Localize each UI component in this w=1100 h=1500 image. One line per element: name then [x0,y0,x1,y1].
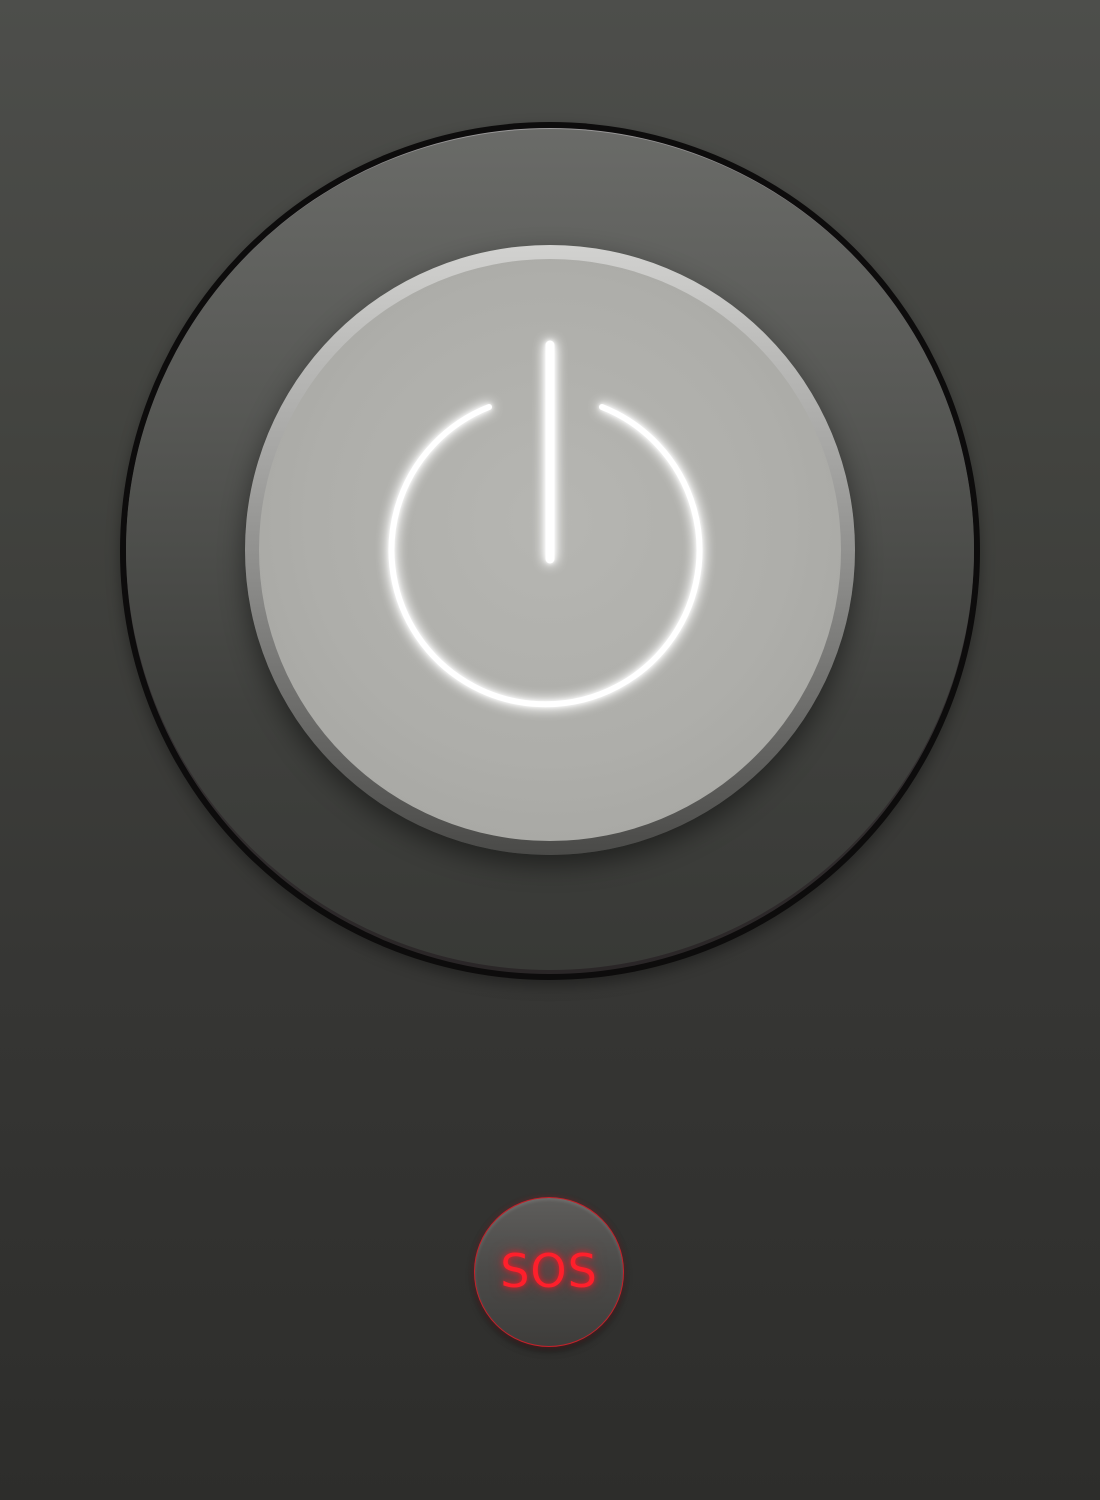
power-button[interactable] [245,245,855,855]
power-icon [388,340,703,708]
flashlight-app: SOS [0,0,1100,1500]
sos-button[interactable]: SOS [474,1197,624,1347]
sos-label: SOS [500,1244,598,1298]
